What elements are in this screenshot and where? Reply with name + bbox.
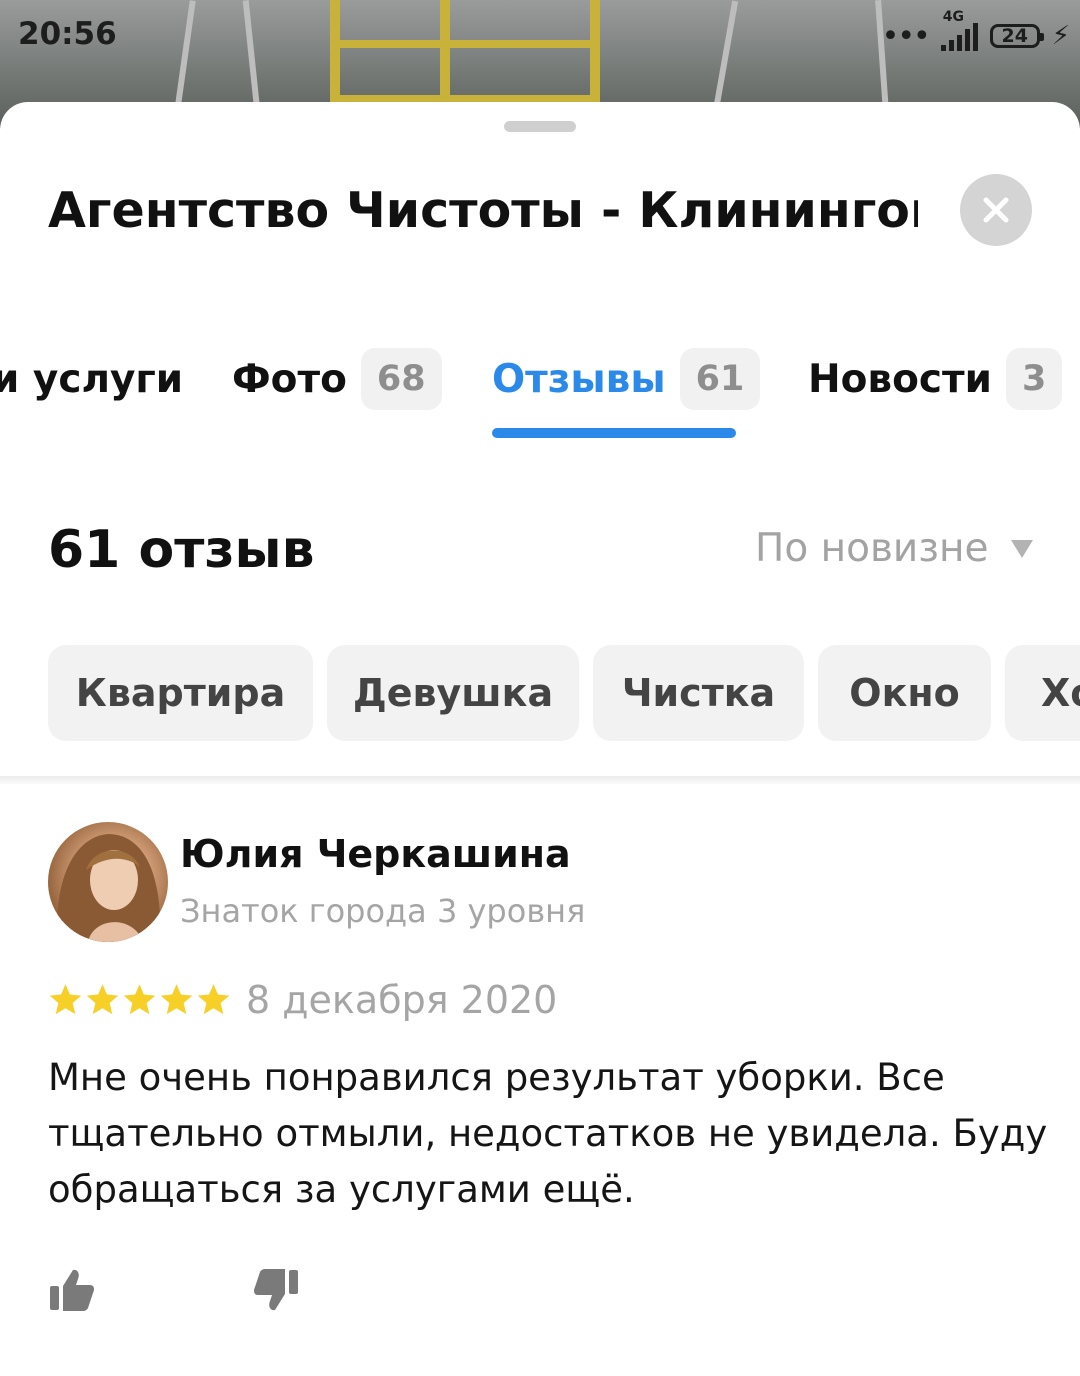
thumb-up-icon xyxy=(50,1269,94,1311)
tab-count-badge: 61 xyxy=(679,348,761,410)
tab-photos[interactable]: Фото 68 xyxy=(232,346,442,412)
avatar[interactable] xyxy=(48,822,168,942)
tab-label: и услуги xyxy=(0,356,184,402)
reviews-count: 61 отзыв xyxy=(48,520,315,580)
star-icon xyxy=(86,984,119,1015)
chip-item[interactable]: Окно xyxy=(818,645,991,741)
like-button[interactable] xyxy=(48,1266,96,1314)
author-level: Знаток города 3 уровня xyxy=(180,892,586,930)
status-time: 20:56 xyxy=(18,16,117,52)
signal-icon: 4G xyxy=(940,9,978,51)
dislike-button[interactable] xyxy=(252,1266,300,1314)
tab-count-badge: 3 xyxy=(1005,348,1063,410)
network-type: 4G xyxy=(942,9,964,25)
chip-item[interactable]: Квартира xyxy=(48,645,313,741)
drag-handle[interactable] xyxy=(504,121,576,132)
chip-item[interactable]: Чистка xyxy=(593,645,804,741)
sort-dropdown[interactable]: По новизне xyxy=(755,526,1033,571)
status-icons: ••• 4G 24 ⚡ xyxy=(881,9,1070,58)
tab-label: Фото xyxy=(232,356,347,402)
tab-services[interactable]: и услуги xyxy=(0,346,183,412)
notification-dots-icon: ••• xyxy=(881,18,931,54)
close-button[interactable] xyxy=(960,174,1032,246)
charging-icon: ⚡ xyxy=(1051,21,1070,51)
status-bar: 20:56 ••• 4G 24 ⚡ xyxy=(0,0,1080,72)
rating-stars xyxy=(48,982,231,1017)
star-icon xyxy=(197,984,230,1015)
star-icon xyxy=(160,984,193,1015)
tab-count-badge: 68 xyxy=(360,348,442,410)
chip-item[interactable]: Девушка xyxy=(327,645,579,741)
review-text: Мне очень понравился результат уборки. В… xyxy=(48,1056,1048,1211)
close-icon xyxy=(983,197,1009,223)
author-name[interactable]: Юлия Черкашина xyxy=(180,832,571,876)
tab-reviews[interactable]: Отзывы 61 xyxy=(492,346,761,412)
place-card-sheet: Агентство Чистоты - Клинингов ... и услу… xyxy=(0,102,1080,1376)
battery-icon: 24 xyxy=(989,24,1044,48)
active-tab-indicator xyxy=(492,428,736,438)
tab-news[interactable]: Новости 3 xyxy=(808,346,1063,412)
thumb-down-icon xyxy=(254,1269,298,1311)
sort-label: По новизне xyxy=(755,526,989,571)
keyword-chips: Квартира Девушка Чистка Окно Хо xyxy=(48,645,1080,741)
divider xyxy=(0,776,1080,784)
title-text: Агентство Чистоты - Клинингов xyxy=(48,182,918,239)
chip-item[interactable]: Хо xyxy=(1005,645,1080,741)
avatar-portrait xyxy=(57,834,161,942)
triangle-down-icon xyxy=(1010,539,1033,558)
star-icon xyxy=(49,984,82,1015)
battery-level: 24 xyxy=(1001,25,1028,47)
tab-bar: и услуги Фото 68 Отзывы 61 Новости 3 xyxy=(0,346,1080,436)
tab-label: Отзывы xyxy=(492,356,666,402)
star-icon xyxy=(123,984,156,1015)
tab-label: Новости xyxy=(808,356,992,402)
page-title: Агентство Чистоты - Клинингов ... xyxy=(48,182,918,239)
review-date: 8 декабря 2020 xyxy=(246,978,558,1022)
